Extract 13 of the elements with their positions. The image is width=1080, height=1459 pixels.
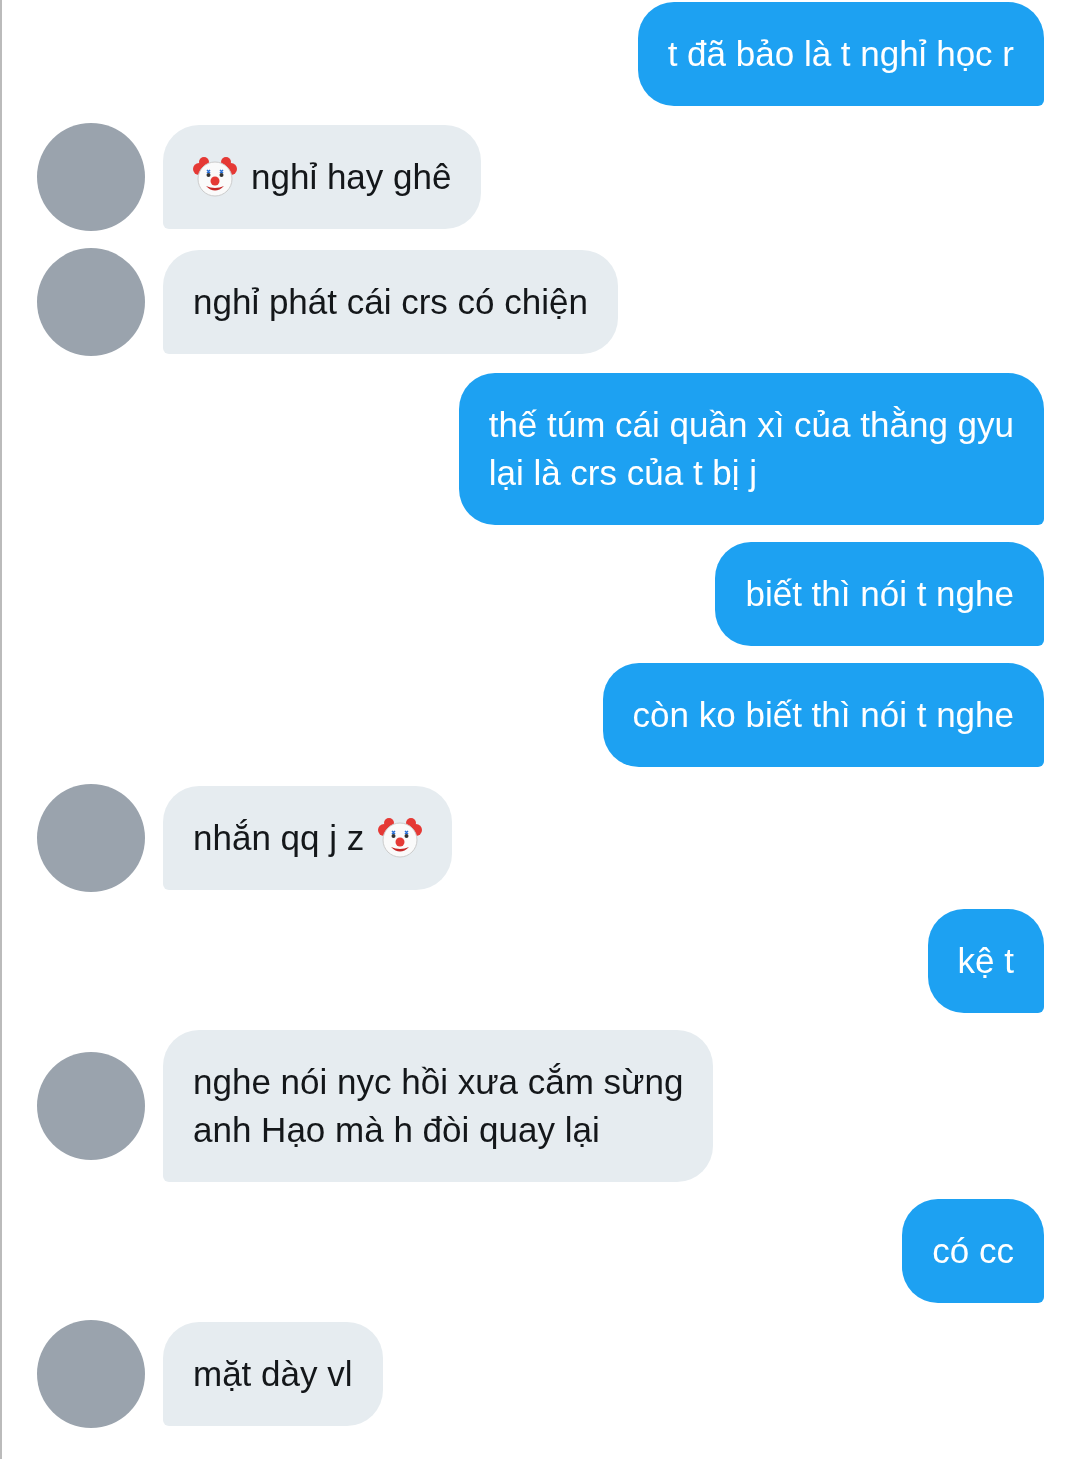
clown-face-icon — [193, 155, 237, 199]
message-text: t đã bảo là t nghỉ học r — [667, 33, 1014, 75]
message-text: kệ t — [957, 940, 1014, 982]
clown-face-icon — [378, 816, 423, 860]
message-text: nghỉ phát cái crs có chiện — [193, 281, 588, 323]
message-text: nhắn qq j z — [193, 817, 365, 859]
message-text: mặt dày vl — [193, 1353, 353, 1395]
message-text: biết thì nói t nghe — [745, 573, 1014, 615]
message-text: nghỉ hay ghê — [251, 156, 452, 198]
message-text: thế túm cái quần xì của thằng gyu lại là crs của t bị j — [488, 404, 1014, 494]
message-text: còn ko biết thì nói t nghe — [632, 694, 1014, 736]
message-text: nghe nói nyc hồi xưa cắm sừng anh Hạo mà h đòi quay lại — [193, 1061, 684, 1151]
message-text: có cc — [932, 1230, 1014, 1272]
